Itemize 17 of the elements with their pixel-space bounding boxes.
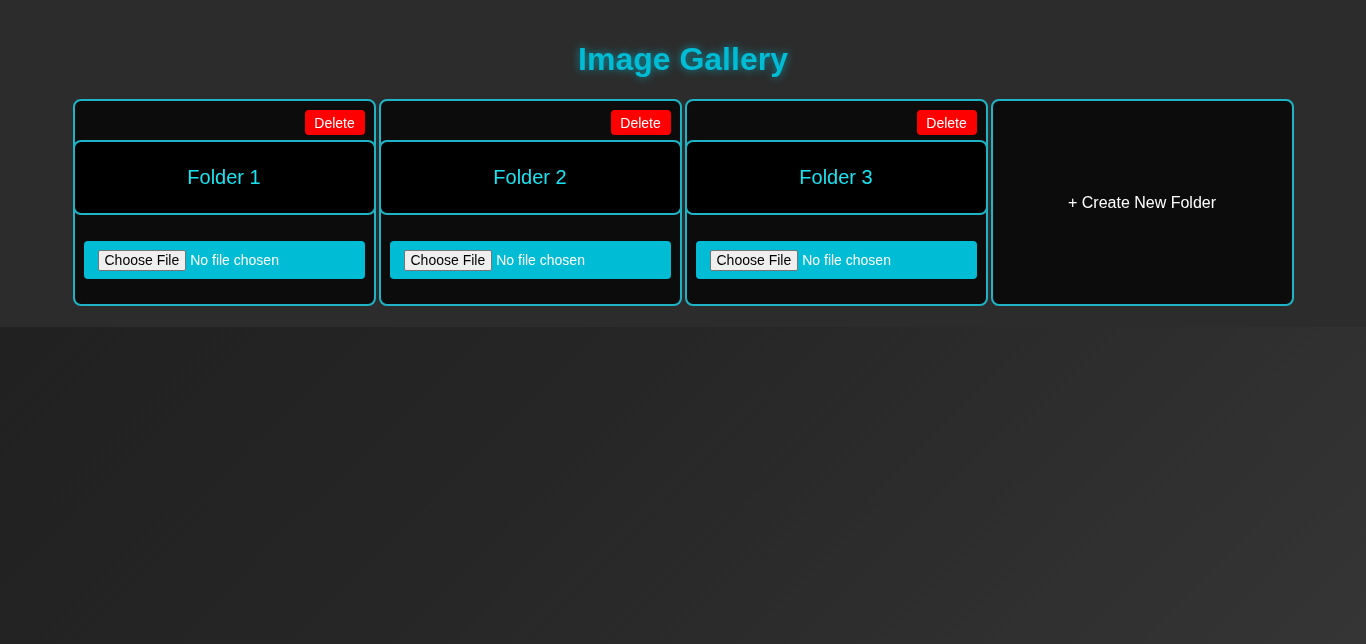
- page-title: Image Gallery: [578, 40, 788, 78]
- choose-file-button[interactable]: Choose File: [709, 249, 799, 271]
- create-folder-button[interactable]: + Create New Folder: [990, 99, 1294, 306]
- file-status: No file chosen: [802, 252, 891, 268]
- delete-button[interactable]: Delete: [610, 110, 671, 135]
- folder-name: Folder 2: [493, 166, 567, 189]
- choose-file-button[interactable]: Choose File: [97, 249, 187, 271]
- folder-title-panel[interactable]: Folder 2: [378, 140, 682, 215]
- folder-name: Folder 3: [799, 166, 873, 189]
- choose-file-button[interactable]: Choose File: [403, 249, 493, 271]
- folder-name: Folder 1: [187, 166, 261, 189]
- file-status: No file chosen: [496, 252, 585, 268]
- folder-title-panel[interactable]: Folder 1: [72, 140, 376, 215]
- file-status: No file chosen: [190, 252, 279, 268]
- folder-title-panel[interactable]: Folder 3: [684, 140, 988, 215]
- delete-button[interactable]: Delete: [304, 110, 365, 135]
- delete-button[interactable]: Delete: [916, 110, 977, 135]
